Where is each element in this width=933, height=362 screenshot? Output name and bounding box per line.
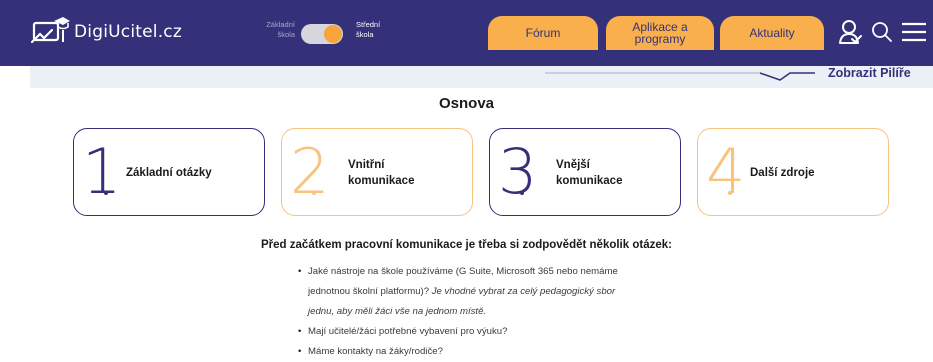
toggle-right-label: Střední škola (356, 20, 396, 40)
card-number: 1 (82, 135, 122, 208)
outline-card-1[interactable]: 1 Základní otázky (73, 128, 265, 216)
card-number: 2 (290, 135, 330, 208)
list-item: Jaké nástroje na škole používáme (G Suit… (298, 262, 718, 322)
top-navbar: DigiUcitel.cz Základní škola Střední ško… (0, 0, 933, 66)
outline-card-2[interactable]: 2 Vnitřní komunikace (281, 128, 473, 216)
list-item-italic: Je vhodné vybrat za celý pedagogický sbo… (431, 286, 616, 297)
tab-apps[interactable]: Aplikace a programy (606, 16, 714, 50)
card-label: Vnitřní komunikace (348, 153, 468, 193)
tab-forum-label: Fórum (525, 26, 561, 40)
card-number: 3 (498, 135, 538, 208)
card-number-dot (728, 191, 732, 195)
card-label-line2: komunikace (348, 175, 415, 187)
card-label-line1: Další zdroje (750, 167, 815, 179)
list-item-text: Mají učitelé/žáci potřebné vybavení pro … (308, 326, 508, 337)
school-level-toggle[interactable]: Základní škola Střední škola (255, 20, 395, 46)
toggle-left-label-line1: Základní (266, 20, 295, 29)
tab-apps-label: Aplikace a programy (632, 21, 687, 45)
toggle-left-label-line2: škola (277, 30, 295, 39)
menu-icon[interactable] (900, 17, 928, 47)
tab-apps-label-line2: programy (634, 32, 686, 46)
outline-card-4[interactable]: 4 Další zdroje (697, 128, 889, 216)
intro-heading: Před začátkem pracovní komunikace je tře… (261, 239, 672, 251)
outline-card-3[interactable]: 3 Vnější komunikace (489, 128, 681, 216)
logo-text: DigiUcitel.cz (74, 22, 182, 42)
list-item-text: jednotnou školní platformu)? (308, 286, 432, 297)
card-label-line1: Základní otázky (126, 167, 212, 179)
tab-forum[interactable]: Fórum (488, 16, 598, 50)
logo[interactable]: DigiUcitel.cz (30, 14, 182, 50)
show-pillars-link[interactable]: Zobrazit Pilíře (828, 66, 911, 80)
pillars-chevron-line[interactable] (545, 69, 815, 83)
card-label: Další zdroje (750, 153, 870, 193)
card-number: 4 (706, 135, 746, 208)
toggle-right-label-line1: Střední (356, 20, 381, 29)
toggle-left-label: Základní škola (255, 20, 295, 40)
tab-news[interactable]: Aktuality (720, 16, 824, 50)
card-label-line2: komunikace (556, 175, 623, 187)
card-number-dot (520, 191, 524, 195)
list-item-italic: jednu, aby měli žáci vše na jednom místě… (308, 306, 487, 317)
list-item: Mají učitelé/žáci potřebné vybavení pro … (298, 322, 718, 342)
card-label: Základní otázky (126, 153, 246, 193)
user-icon[interactable] (836, 17, 864, 47)
toggle-knob (324, 25, 342, 43)
tab-news-label: Aktuality (749, 26, 795, 40)
card-number-dot (312, 191, 316, 195)
card-label-line1: Vnější (556, 159, 590, 171)
toggle-right-label-line2: škola (356, 30, 374, 39)
card-label: Vnější komunikace (556, 153, 676, 193)
list-item: Máme kontakty na žáky/rodiče? (298, 342, 718, 362)
list-item-line: jednotnou školní platformu)? Je vhodné v… (308, 282, 718, 302)
question-list: Jaké nástroje na škole používáme (G Suit… (298, 262, 718, 362)
toggle-switch[interactable] (301, 24, 343, 44)
card-label-line1: Vnitřní (348, 159, 385, 171)
page-title: Osnova (438, 95, 495, 112)
list-item-line: Jaké nástroje na škole používáme (G Suit… (308, 266, 618, 277)
card-number-dot (104, 191, 108, 195)
search-icon[interactable] (868, 17, 896, 47)
logo-icon (30, 16, 70, 48)
list-item-text: Máme kontakty na žáky/rodiče? (308, 346, 443, 357)
